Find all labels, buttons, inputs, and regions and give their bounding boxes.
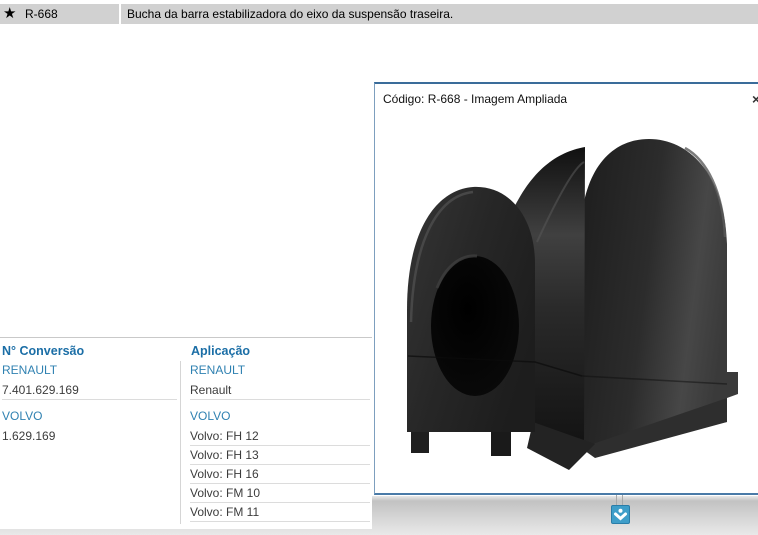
brand-group: VOLVO1.629.169 [2, 407, 177, 445]
product-image [385, 122, 755, 487]
catalog-page: ★ R-668 Bucha da barra estabilizadora do… [0, 0, 758, 535]
list-item: Renault [190, 381, 370, 400]
column-header-conversao: N° Conversão [2, 344, 84, 358]
conversao-column: RENAULT7.401.629.169 VOLVO1.629.169 [2, 361, 177, 445]
list-item: Volvo: FM 10 [190, 484, 370, 503]
close-icon[interactable]: × [752, 91, 758, 107]
part-code: R-668 [25, 7, 58, 21]
column-divider [180, 361, 181, 524]
list-item: Volvo: FM 11 [190, 503, 370, 522]
brand-group: RENAULT7.401.629.169 [2, 361, 177, 400]
aplicacao-column: RENAULTRenaultVOLVOVolvo: FH 12Volvo: FH… [190, 361, 370, 522]
chevron-down-icon [613, 507, 628, 522]
brand-group: RENAULTRenault [190, 361, 370, 400]
part-description: Bucha da barra estabilizadora do eixo da… [127, 7, 453, 21]
brand-link[interactable]: VOLVO [2, 407, 177, 427]
part-code-cell[interactable]: ★ R-668 [0, 4, 119, 24]
part-summary-row: ★ R-668 Bucha da barra estabilizadora do… [0, 4, 758, 24]
list-item: Volvo: FH 12 [190, 427, 370, 446]
brand-link[interactable]: VOLVO [190, 407, 370, 427]
brand-link[interactable]: RENAULT [2, 361, 177, 381]
part-description-cell: Bucha da barra estabilizadora do eixo da… [121, 4, 758, 24]
image-modal: Código: R-668 - Imagem Ampliada × [374, 82, 758, 495]
modal-title: Código: R-668 - Imagem Ampliada [383, 92, 567, 106]
conversion-application-panel: N° Conversão Aplicação RENAULT7.401.629.… [0, 337, 372, 529]
column-header-aplicacao: Aplicação [191, 344, 250, 358]
list-item: Volvo: FH 16 [190, 465, 370, 484]
brand-link[interactable]: RENAULT [190, 361, 370, 381]
list-item: Volvo: FH 13 [190, 446, 370, 465]
brand-group: VOLVOVolvo: FH 12Volvo: FH 13Volvo: FH 1… [190, 407, 370, 522]
list-item: 1.629.169 [2, 427, 177, 445]
list-item: 7.401.629.169 [2, 381, 177, 400]
chevron-down-button[interactable] [611, 505, 630, 524]
star-icon[interactable]: ★ [3, 5, 16, 23]
